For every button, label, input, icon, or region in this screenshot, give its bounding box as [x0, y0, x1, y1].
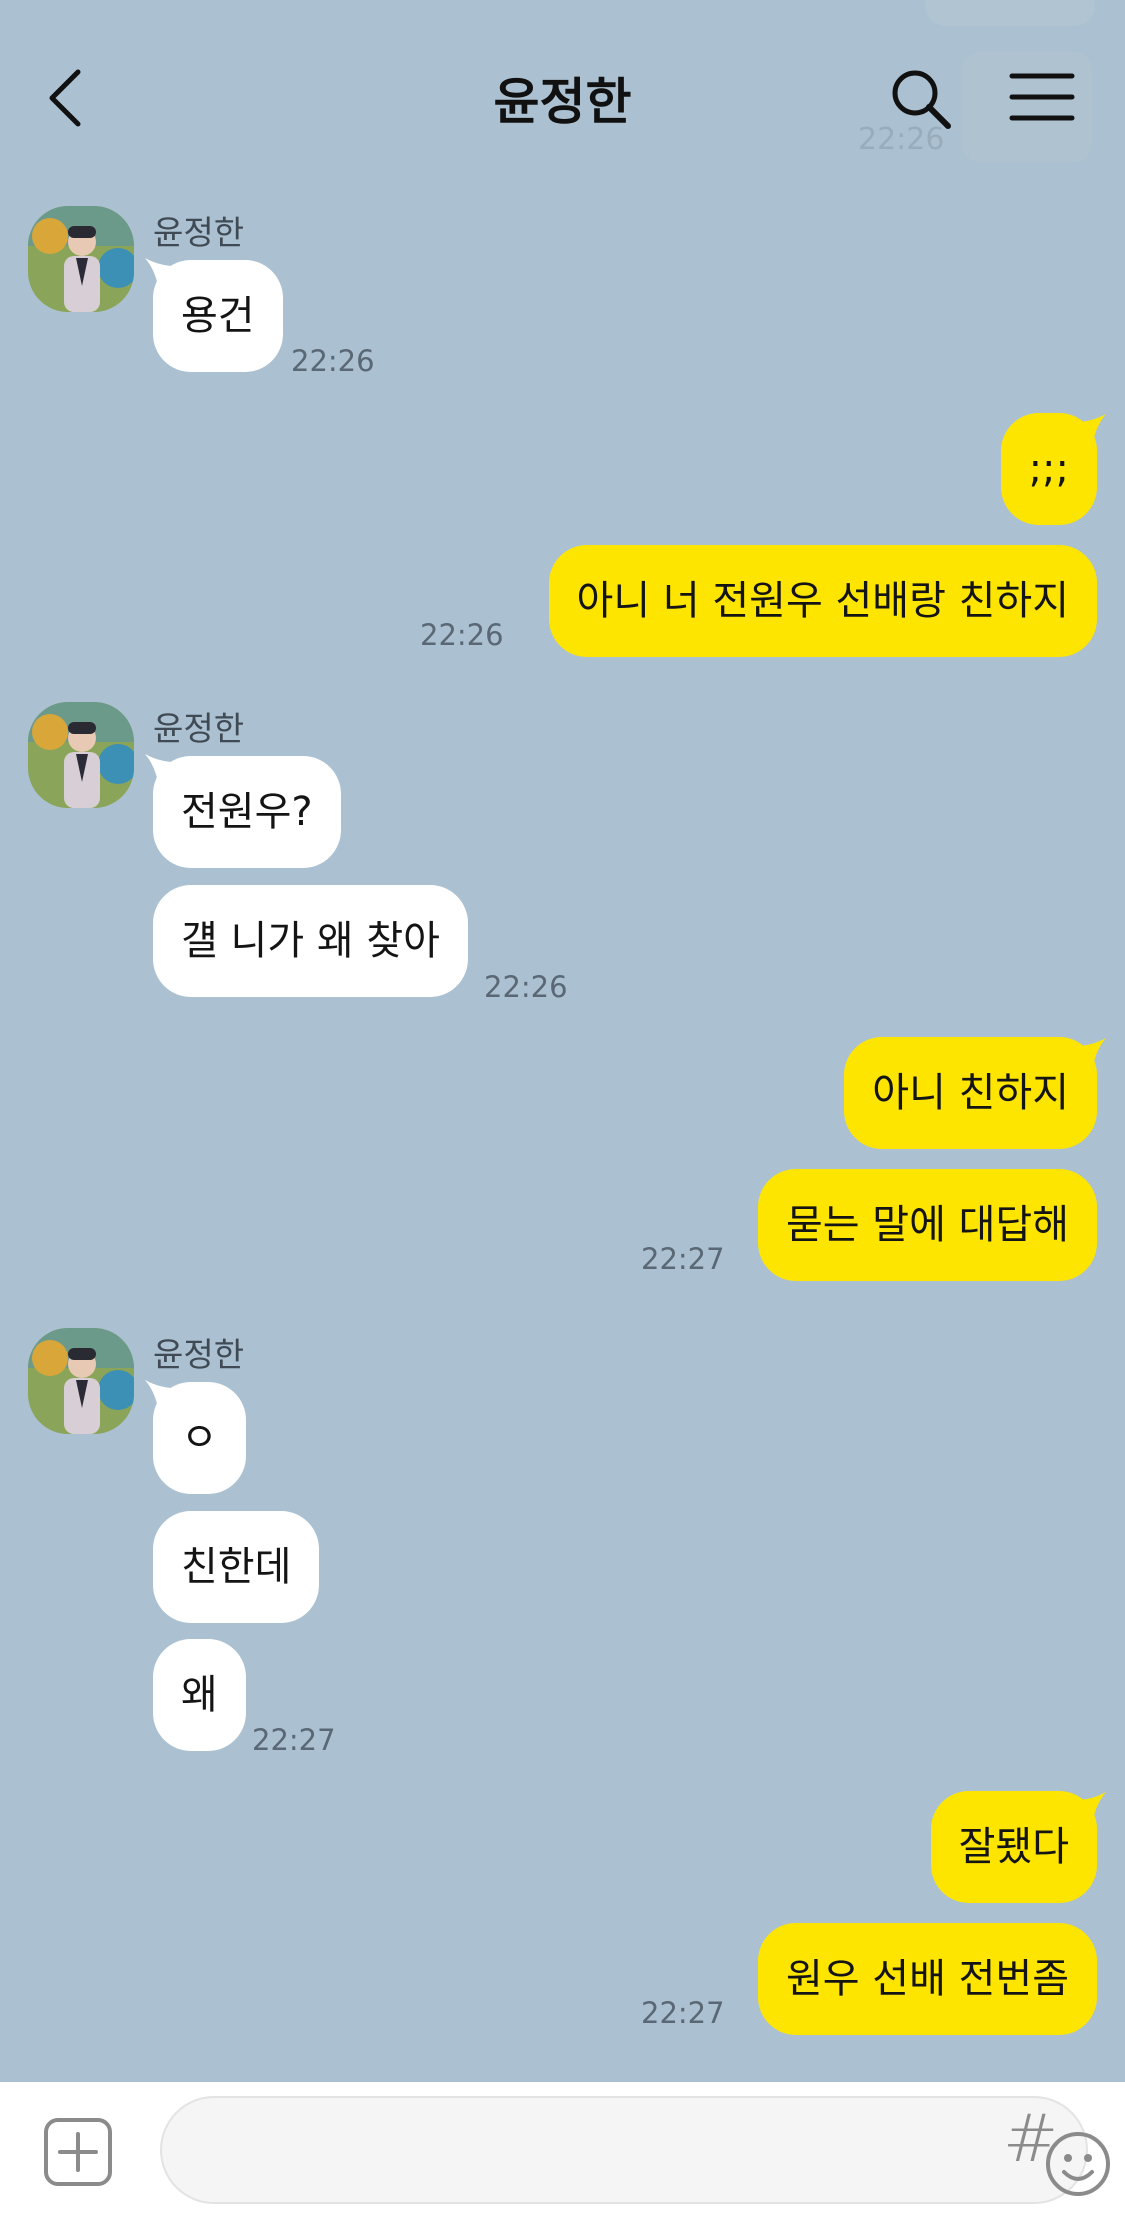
- search-button[interactable]: [888, 66, 954, 132]
- hash-icon[interactable]: #: [1003, 2100, 1058, 2177]
- message-time: 22:27: [641, 1996, 725, 2030]
- outgoing-message[interactable]: ;;;: [1000, 413, 1097, 525]
- plus-icon: [58, 2132, 98, 2172]
- avatar[interactable]: [28, 1328, 134, 1434]
- incoming-message[interactable]: 걜 니가 왜 찾아: [153, 885, 468, 997]
- outgoing-message[interactable]: 원우 선배 전번좀: [757, 1923, 1097, 2035]
- incoming-message[interactable]: 왜: [153, 1639, 246, 1751]
- outgoing-message[interactable]: 잘됐다: [930, 1791, 1097, 1903]
- message-time: 22:26: [420, 618, 504, 652]
- message-input-box[interactable]: [160, 2096, 1110, 2204]
- outgoing-message[interactable]: 묻는 말에 대답해: [757, 1169, 1097, 1281]
- message-time: 22:26: [291, 344, 375, 378]
- sender-name: 윤정한: [153, 1335, 245, 1374]
- sender-name: 윤정한: [153, 709, 245, 748]
- scrolled-message-ghost: [925, 0, 1095, 26]
- hamburger-menu-icon: [1009, 73, 1075, 121]
- message-time: 22:27: [252, 1723, 336, 1757]
- message-input-bar: #: [0, 2082, 1125, 2217]
- incoming-message[interactable]: ㅇ: [153, 1382, 246, 1494]
- menu-button[interactable]: [962, 50, 1092, 160]
- incoming-message[interactable]: 친한데: [153, 1511, 320, 1623]
- message-input[interactable]: [202, 2098, 882, 2202]
- message-time: 22:27: [641, 1242, 725, 1276]
- chat-screen: 22:26 윤정한 윤정한 용건 22:26 ;;; 아니 너 전원우 선배랑 …: [0, 0, 1125, 2217]
- incoming-message[interactable]: 용건: [153, 260, 283, 372]
- attach-button[interactable]: [44, 2118, 112, 2186]
- chat-title: 윤정한: [493, 73, 632, 131]
- outgoing-message[interactable]: 아니 친하지: [844, 1037, 1097, 1149]
- message-time: 22:26: [484, 970, 568, 1004]
- outgoing-message[interactable]: 아니 너 전원우 선배랑 친하지: [548, 545, 1097, 657]
- incoming-message[interactable]: 전원우?: [153, 756, 341, 868]
- search-icon: [892, 70, 951, 129]
- avatar[interactable]: [28, 206, 134, 312]
- sender-name: 윤정한: [153, 213, 245, 252]
- avatar[interactable]: [28, 702, 134, 808]
- chat-header: 22:26 윤정한: [0, 0, 1125, 196]
